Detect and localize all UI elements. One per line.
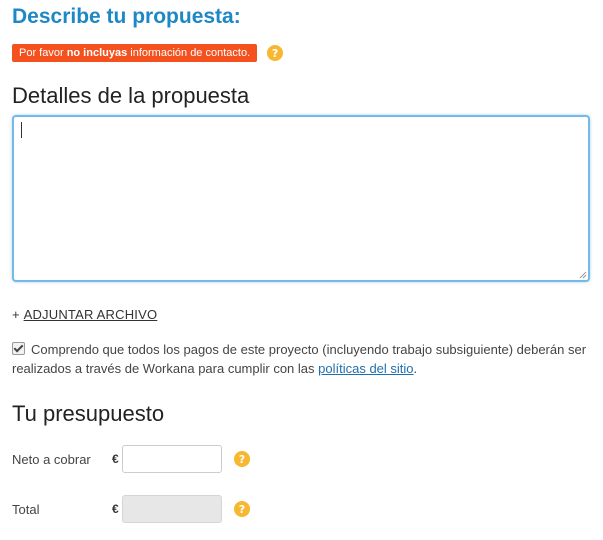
site-policies-link[interactable]: políticas del sitio bbox=[318, 361, 413, 376]
currency-symbol: € bbox=[112, 502, 119, 516]
terms-checkbox[interactable] bbox=[12, 342, 25, 355]
warning-row: Por favor no incluyas información de con… bbox=[12, 44, 284, 62]
no-contact-warning-badge: Por favor no incluyas información de con… bbox=[12, 44, 258, 62]
plus-icon: + bbox=[12, 307, 20, 322]
total-label: Total bbox=[12, 501, 40, 517]
attach-file-link[interactable]: + ADJUNTAR ARCHIVO bbox=[12, 307, 157, 322]
net-amount-input[interactable] bbox=[122, 445, 222, 473]
question-circle-icon[interactable]: ? bbox=[234, 501, 250, 517]
question-circle-icon[interactable]: ? bbox=[267, 45, 284, 61]
terms-text: Comprendo que todos los pagos de este pr… bbox=[12, 342, 587, 376]
total-amount-field bbox=[122, 495, 222, 523]
proposal-details-textarea[interactable] bbox=[12, 115, 590, 282]
total-row: Total € ? bbox=[12, 495, 250, 523]
question-circle-icon[interactable]: ? bbox=[234, 451, 250, 467]
attach-file-label[interactable]: ADJUNTAR ARCHIVO bbox=[24, 307, 158, 322]
page-title: Describe tu propuesta: bbox=[12, 5, 241, 28]
budget-title: Tu presupuesto bbox=[12, 401, 165, 426]
text-caret bbox=[21, 122, 22, 138]
net-amount-label: Neto a cobrar bbox=[12, 451, 91, 467]
warning-emphasis: no incluyas bbox=[66, 47, 128, 59]
net-amount-row: Neto a cobrar € ? bbox=[12, 445, 250, 473]
terms-agreement: Comprendo que todos los pagos de este pr… bbox=[12, 342, 587, 376]
currency-symbol: € bbox=[112, 452, 119, 466]
details-title: Detalles de la propuesta bbox=[12, 83, 250, 108]
resize-grip-icon[interactable] bbox=[579, 271, 587, 279]
